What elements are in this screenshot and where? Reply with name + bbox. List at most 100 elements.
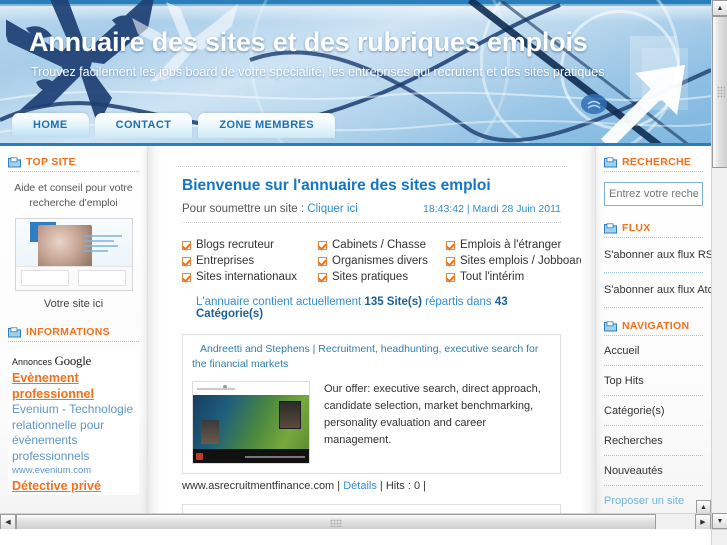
- folder-icon: [8, 326, 21, 337]
- hscroll-left-button[interactable]: ◀: [0, 514, 16, 529]
- scroll-left-icon: ◀: [5, 518, 11, 526]
- widget-flux: FLUX S'abonner aux flux RSS S'abonner au…: [604, 222, 711, 308]
- checkbox-icon[interactable]: [318, 256, 327, 266]
- category-label: Cabinets / Chasse: [332, 239, 426, 251]
- hscroll-thumb[interactable]: [16, 514, 656, 529]
- category-label: Sites pratiques: [332, 271, 409, 283]
- flux-rss-link[interactable]: S'abonner aux flux RSS: [604, 238, 711, 273]
- category-label: Organismes divers: [332, 255, 428, 267]
- folder-icon: [604, 320, 617, 331]
- welcome-heading: Bienvenue sur l'annuaire des sites emplo…: [182, 177, 491, 194]
- right-sidebar: RECHERCHE FLUX S'abonner aux flux RSS S'…: [595, 146, 711, 529]
- meta-separator-1: |: [334, 480, 344, 492]
- checkbox-icon[interactable]: [446, 272, 455, 282]
- category-item[interactable]: Sites internationaux: [182, 271, 318, 283]
- google-ad-title-2[interactable]: Détective privé: [12, 479, 137, 495]
- widget-title: INFORMATIONS: [26, 326, 110, 338]
- site-listing-description: Our offer: executive search, direct appr…: [324, 383, 541, 446]
- category-label: Entreprises: [196, 255, 255, 267]
- widget-informations: INFORMATIONS Annonces Google Evènement p…: [8, 326, 139, 495]
- site-screenshot-thumbnail[interactable]: [192, 381, 310, 464]
- widget-navigation: NAVIGATION Accueil Top Hits Catégorie(s)…: [604, 320, 703, 529]
- vscroll-up-button[interactable]: ▲: [712, 0, 727, 16]
- submit-row: Pour soumettre un site : Cliquer ici 18:…: [182, 203, 561, 223]
- top-site-tip-line1: Aide et conseil pour votre: [14, 182, 133, 194]
- search-input[interactable]: [604, 182, 703, 206]
- category-item[interactable]: Sites pratiques: [318, 271, 446, 283]
- vscroll-thumb[interactable]: [712, 16, 727, 168]
- checkbox-icon[interactable]: [182, 256, 191, 266]
- flux-atom-link[interactable]: S'abonner aux flux Atom: [604, 273, 711, 308]
- widget-title: RECHERCHE: [622, 156, 692, 168]
- scrollbar-grip: [330, 519, 342, 527]
- checkbox-icon[interactable]: [318, 272, 327, 282]
- widget-title: NAVIGATION: [622, 320, 690, 332]
- main-navigation-tabs: HOME CONTACT ZONE MEMBRES: [12, 113, 336, 138]
- page-content: Annuaire des sites et des rubriques empl…: [0, 0, 711, 529]
- checkbox-icon[interactable]: [182, 272, 191, 282]
- category-item[interactable]: Entreprises: [182, 255, 318, 267]
- submit-site-prefix: Pour soumettre un site :: [182, 203, 308, 215]
- site-listing-card: Andreetti and Stephens | Recruitment, he…: [182, 334, 561, 474]
- inner-scroll-up-button[interactable]: ▲: [696, 500, 711, 514]
- google-ad-title[interactable]: Evènement professionnel: [12, 371, 137, 402]
- tab-zone-membres[interactable]: ZONE MEMBRES: [198, 113, 336, 138]
- tab-contact[interactable]: CONTACT: [94, 113, 193, 138]
- count-prefix: L'annuaire contient actuellement: [196, 296, 365, 308]
- category-item[interactable]: Tout l'intérim: [446, 271, 581, 283]
- nav-item-accueil[interactable]: Accueil: [604, 336, 703, 366]
- widget-header: FLUX: [604, 222, 703, 238]
- widget-header: TOP SITE: [8, 156, 139, 172]
- site-listing-url: www.asrecruitmentfinance.com: [182, 480, 335, 492]
- nav-item-categories[interactable]: Catégorie(s): [604, 396, 703, 426]
- scroll-up-icon: ▲: [716, 4, 724, 12]
- google-ad-title-line1: Evènement: [12, 371, 79, 385]
- nav-item-proposer-un-site[interactable]: Proposer un site: [604, 486, 703, 516]
- nav-item-recherches[interactable]: Recherches: [604, 426, 703, 456]
- submit-site-link[interactable]: Cliquer ici: [307, 203, 358, 215]
- top-site-tip: Aide et conseil pour votre recherche d'e…: [8, 181, 139, 211]
- checkbox-icon[interactable]: [446, 240, 455, 250]
- nav-item-top-hits[interactable]: Top Hits: [604, 366, 703, 396]
- google-ads-label: Annonces Google: [12, 353, 137, 369]
- vscroll-down-button[interactable]: ▼: [712, 513, 727, 529]
- horizontal-scrollbar[interactable]: ◀ ▶: [0, 513, 711, 529]
- hscroll-right-button[interactable]: ▶: [695, 514, 711, 529]
- submit-site-text: Pour soumettre un site : Cliquer ici: [182, 203, 358, 215]
- widget-title: FLUX: [622, 222, 651, 234]
- checkbox-icon[interactable]: [318, 240, 327, 250]
- top-site-ad-thumbnail[interactable]: [14, 218, 133, 291]
- category-item[interactable]: Sites emplois / Jobboards: [446, 255, 581, 267]
- tab-home[interactable]: HOME: [12, 113, 89, 138]
- top-site-footer-label: Votre site ici: [43, 298, 104, 310]
- site-banner: Annuaire des sites et des rubriques empl…: [0, 0, 711, 146]
- widget-top-site: TOP SITE Aide et conseil pour votre rech…: [8, 156, 139, 310]
- checkbox-icon[interactable]: [182, 240, 191, 250]
- meta-separator-2: |: [376, 480, 386, 492]
- google-ads-label-prefix: Annonces: [12, 357, 53, 367]
- left-sidebar: TOP SITE Aide et conseil pour votre rech…: [0, 146, 148, 529]
- content-top-divider: [176, 166, 567, 167]
- vertical-scrollbar[interactable]: ▲ ▼: [711, 0, 727, 529]
- google-ad-title-line2: professionnel: [12, 386, 94, 401]
- widget-recherche: RECHERCHE: [604, 156, 703, 206]
- page-body: TOP SITE Aide et conseil pour votre rech…: [0, 146, 711, 529]
- count-sites: 135 Site(s): [364, 296, 422, 308]
- top-site-tip-line2: recherche d'emploi: [29, 197, 118, 209]
- folder-icon: [604, 156, 617, 167]
- site-listing-title[interactable]: Andreetti and Stephens | Recruitment, he…: [192, 342, 551, 372]
- google-ad-description: Evenium - Technologie relationnelle pour…: [12, 402, 134, 463]
- category-item[interactable]: Cabinets / Chasse: [318, 239, 446, 251]
- site-details-link[interactable]: Détails: [343, 480, 377, 492]
- nav-item-nouveautes[interactable]: Nouveautés: [604, 456, 703, 486]
- page-title: Annuaire des sites et des rubriques empl…: [29, 27, 588, 57]
- widget-title: TOP SITE: [26, 156, 76, 168]
- widget-header: RECHERCHE: [604, 156, 703, 172]
- site-listing-meta: www.asrecruitmentfinance.com | Détails |…: [182, 480, 561, 492]
- site-hits-count: Hits : 0: [385, 480, 421, 492]
- category-item[interactable]: Emplois à l'étranger: [446, 239, 581, 251]
- category-label: Tout l'intérim: [460, 271, 525, 283]
- checkbox-icon[interactable]: [446, 256, 455, 266]
- category-item[interactable]: Organismes divers: [318, 255, 446, 267]
- category-item[interactable]: Blogs recruteur: [182, 239, 318, 251]
